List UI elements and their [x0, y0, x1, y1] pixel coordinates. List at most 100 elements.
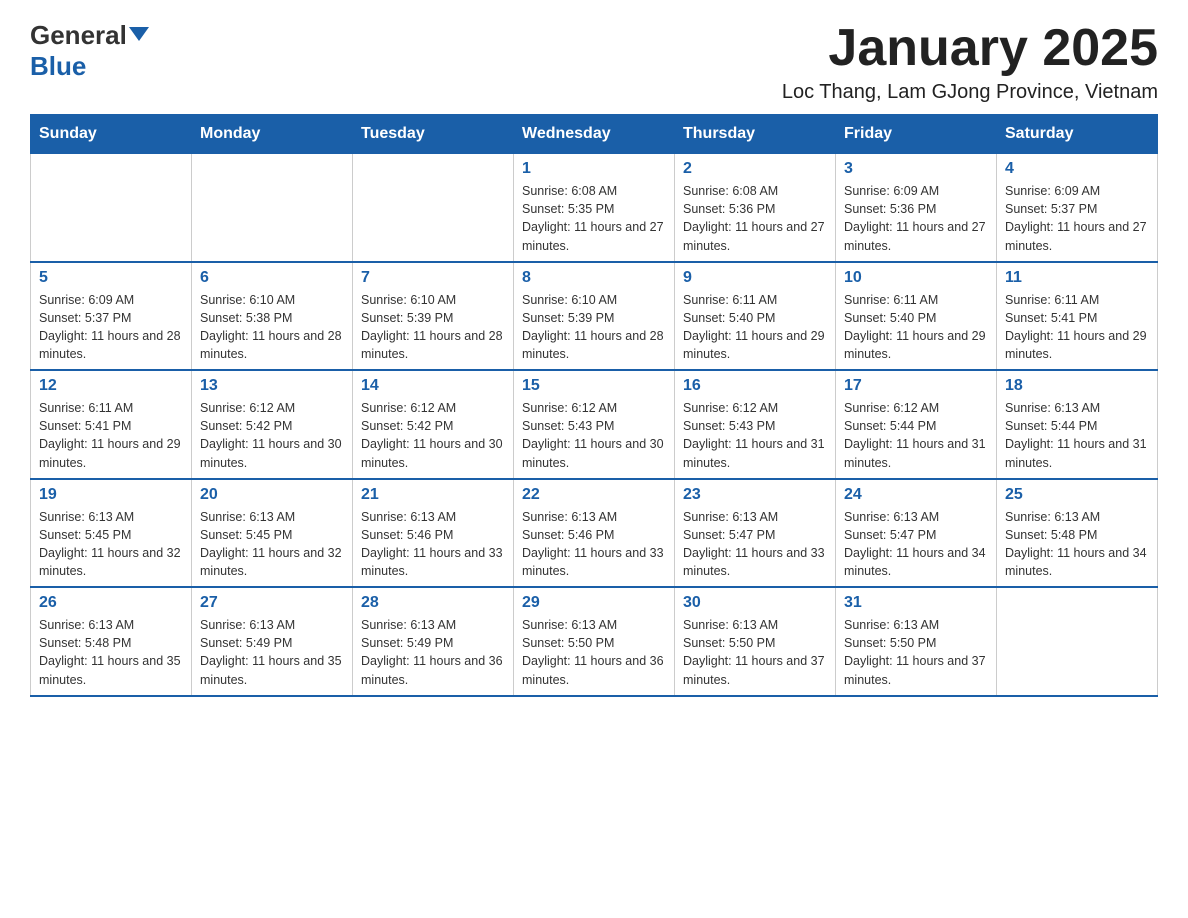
- day-info: Sunrise: 6:11 AM Sunset: 5:40 PM Dayligh…: [844, 291, 988, 364]
- day-info: Sunrise: 6:13 AM Sunset: 5:44 PM Dayligh…: [1005, 399, 1149, 472]
- calendar-cell: 26 Sunrise: 6:13 AM Sunset: 5:48 PM Dayli…: [31, 587, 192, 696]
- calendar-header-wednesday: Wednesday: [514, 115, 675, 154]
- day-info: Sunrise: 6:12 AM Sunset: 5:43 PM Dayligh…: [683, 399, 827, 472]
- calendar-header-thursday: Thursday: [675, 115, 836, 154]
- calendar-cell: [192, 154, 353, 262]
- calendar-header-monday: Monday: [192, 115, 353, 154]
- day-info: Sunrise: 6:12 AM Sunset: 5:42 PM Dayligh…: [200, 399, 344, 472]
- day-info: Sunrise: 6:13 AM Sunset: 5:49 PM Dayligh…: [200, 616, 344, 689]
- day-number: 26: [39, 594, 183, 612]
- calendar-cell: 11 Sunrise: 6:11 AM Sunset: 5:41 PM Dayli…: [997, 262, 1158, 371]
- day-number: 2: [683, 160, 827, 178]
- calendar-cell: 28 Sunrise: 6:13 AM Sunset: 5:49 PM Dayli…: [353, 587, 514, 696]
- subtitle: Loc Thang, Lam GJong Province, Vietnam: [782, 81, 1158, 104]
- day-number: 15: [522, 377, 666, 395]
- calendar-cell: 23 Sunrise: 6:13 AM Sunset: 5:47 PM Dayli…: [675, 479, 836, 588]
- calendar-table: SundayMondayTuesdayWednesdayThursdayFrid…: [30, 114, 1158, 697]
- calendar-cell: 18 Sunrise: 6:13 AM Sunset: 5:44 PM Dayli…: [997, 370, 1158, 479]
- day-info: Sunrise: 6:11 AM Sunset: 5:40 PM Dayligh…: [683, 291, 827, 364]
- calendar-cell: 30Sunrise: 6:13 AM Sunset: 5:50 PM Dayli…: [675, 587, 836, 696]
- day-number: 24: [844, 486, 988, 504]
- calendar-cell: 14 Sunrise: 6:12 AM Sunset: 5:42 PM Dayli…: [353, 370, 514, 479]
- day-number: 7: [361, 269, 505, 287]
- day-number: 25: [1005, 486, 1149, 504]
- day-info: Sunrise: 6:13 AM Sunset: 5:47 PM Dayligh…: [683, 508, 827, 581]
- calendar-header-friday: Friday: [836, 115, 997, 154]
- calendar-cell: 3 Sunrise: 6:09 AM Sunset: 5:36 PM Daylig…: [836, 154, 997, 262]
- day-number: 18: [1005, 377, 1149, 395]
- day-number: 31: [844, 594, 988, 612]
- calendar-cell: 21 Sunrise: 6:13 AM Sunset: 5:46 PM Dayli…: [353, 479, 514, 588]
- calendar-cell: 9 Sunrise: 6:11 AM Sunset: 5:40 PM Daylig…: [675, 262, 836, 371]
- day-info: Sunrise: 6:13 AM Sunset: 5:45 PM Dayligh…: [39, 508, 183, 581]
- calendar-cell: 6Sunrise: 6:10 AM Sunset: 5:38 PM Daylig…: [192, 262, 353, 371]
- calendar-cell: 20 Sunrise: 6:13 AM Sunset: 5:45 PM Dayli…: [192, 479, 353, 588]
- logo-triangle-icon: [129, 27, 149, 41]
- day-info: Sunrise: 6:13 AM Sunset: 5:47 PM Dayligh…: [844, 508, 988, 581]
- day-info: Sunrise: 6:09 AM Sunset: 5:36 PM Dayligh…: [844, 182, 988, 255]
- calendar-cell: [31, 154, 192, 262]
- day-number: 14: [361, 377, 505, 395]
- day-number: 12: [39, 377, 183, 395]
- calendar-cell: 22 Sunrise: 6:13 AM Sunset: 5:46 PM Dayli…: [514, 479, 675, 588]
- calendar-cell: 8Sunrise: 6:10 AM Sunset: 5:39 PM Daylig…: [514, 262, 675, 371]
- day-info: Sunrise: 6:08 AM Sunset: 5:35 PM Dayligh…: [522, 182, 666, 255]
- logo: General Blue: [30, 20, 149, 82]
- calendar-cell: 2 Sunrise: 6:08 AM Sunset: 5:36 PM Daylig…: [675, 154, 836, 262]
- calendar-cell: 10 Sunrise: 6:11 AM Sunset: 5:40 PM Dayli…: [836, 262, 997, 371]
- calendar-cell: 1Sunrise: 6:08 AM Sunset: 5:35 PM Daylig…: [514, 154, 675, 262]
- calendar-cell: 5 Sunrise: 6:09 AM Sunset: 5:37 PM Daylig…: [31, 262, 192, 371]
- day-info: Sunrise: 6:12 AM Sunset: 5:42 PM Dayligh…: [361, 399, 505, 472]
- day-info: Sunrise: 6:13 AM Sunset: 5:46 PM Dayligh…: [522, 508, 666, 581]
- calendar-cell: 7 Sunrise: 6:10 AM Sunset: 5:39 PM Daylig…: [353, 262, 514, 371]
- logo-blue-text: Blue: [30, 51, 86, 82]
- day-number: 5: [39, 269, 183, 287]
- day-number: 29: [522, 594, 666, 612]
- calendar-cell: [997, 587, 1158, 696]
- day-info: Sunrise: 6:10 AM Sunset: 5:39 PM Dayligh…: [361, 291, 505, 364]
- title-section: January 2025 Loc Thang, Lam GJong Provin…: [782, 20, 1158, 104]
- calendar-cell: 15Sunrise: 6:12 AM Sunset: 5:43 PM Dayli…: [514, 370, 675, 479]
- day-info: Sunrise: 6:09 AM Sunset: 5:37 PM Dayligh…: [39, 291, 183, 364]
- day-info: Sunrise: 6:13 AM Sunset: 5:46 PM Dayligh…: [361, 508, 505, 581]
- day-number: 20: [200, 486, 344, 504]
- calendar-header-tuesday: Tuesday: [353, 115, 514, 154]
- day-number: 28: [361, 594, 505, 612]
- day-info: Sunrise: 6:11 AM Sunset: 5:41 PM Dayligh…: [1005, 291, 1149, 364]
- calendar-week-row: 19 Sunrise: 6:13 AM Sunset: 5:45 PM Dayli…: [31, 479, 1158, 588]
- day-number: 3: [844, 160, 988, 178]
- day-info: Sunrise: 6:09 AM Sunset: 5:37 PM Dayligh…: [1005, 182, 1149, 255]
- day-number: 21: [361, 486, 505, 504]
- calendar-week-row: 1Sunrise: 6:08 AM Sunset: 5:35 PM Daylig…: [31, 154, 1158, 262]
- calendar-cell: 13 Sunrise: 6:12 AM Sunset: 5:42 PM Dayli…: [192, 370, 353, 479]
- day-info: Sunrise: 6:13 AM Sunset: 5:49 PM Dayligh…: [361, 616, 505, 689]
- day-number: 9: [683, 269, 827, 287]
- day-number: 22: [522, 486, 666, 504]
- day-number: 13: [200, 377, 344, 395]
- calendar-header-sunday: Sunday: [31, 115, 192, 154]
- day-number: 10: [844, 269, 988, 287]
- day-info: Sunrise: 6:13 AM Sunset: 5:48 PM Dayligh…: [39, 616, 183, 689]
- day-info: Sunrise: 6:08 AM Sunset: 5:36 PM Dayligh…: [683, 182, 827, 255]
- main-title: January 2025: [782, 20, 1158, 77]
- day-info: Sunrise: 6:13 AM Sunset: 5:48 PM Dayligh…: [1005, 508, 1149, 581]
- day-number: 6: [200, 269, 344, 287]
- calendar-cell: 31 Sunrise: 6:13 AM Sunset: 5:50 PM Dayli…: [836, 587, 997, 696]
- day-number: 23: [683, 486, 827, 504]
- logo-general-text: General: [30, 20, 127, 51]
- calendar-header-row: SundayMondayTuesdayWednesdayThursdayFrid…: [31, 115, 1158, 154]
- calendar-week-row: 5 Sunrise: 6:09 AM Sunset: 5:37 PM Daylig…: [31, 262, 1158, 371]
- calendar-cell: 29 Sunrise: 6:13 AM Sunset: 5:50 PM Dayli…: [514, 587, 675, 696]
- day-info: Sunrise: 6:13 AM Sunset: 5:45 PM Dayligh…: [200, 508, 344, 581]
- day-info: Sunrise: 6:13 AM Sunset: 5:50 PM Dayligh…: [844, 616, 988, 689]
- day-info: Sunrise: 6:13 AM Sunset: 5:50 PM Dayligh…: [522, 616, 666, 689]
- day-number: 19: [39, 486, 183, 504]
- calendar-week-row: 12Sunrise: 6:11 AM Sunset: 5:41 PM Dayli…: [31, 370, 1158, 479]
- day-number: 11: [1005, 269, 1149, 287]
- calendar-cell: 16Sunrise: 6:12 AM Sunset: 5:43 PM Dayli…: [675, 370, 836, 479]
- day-number: 17: [844, 377, 988, 395]
- calendar-cell: 4Sunrise: 6:09 AM Sunset: 5:37 PM Daylig…: [997, 154, 1158, 262]
- calendar-cell: 24 Sunrise: 6:13 AM Sunset: 5:47 PM Dayli…: [836, 479, 997, 588]
- day-number: 8: [522, 269, 666, 287]
- day-number: 30: [683, 594, 827, 612]
